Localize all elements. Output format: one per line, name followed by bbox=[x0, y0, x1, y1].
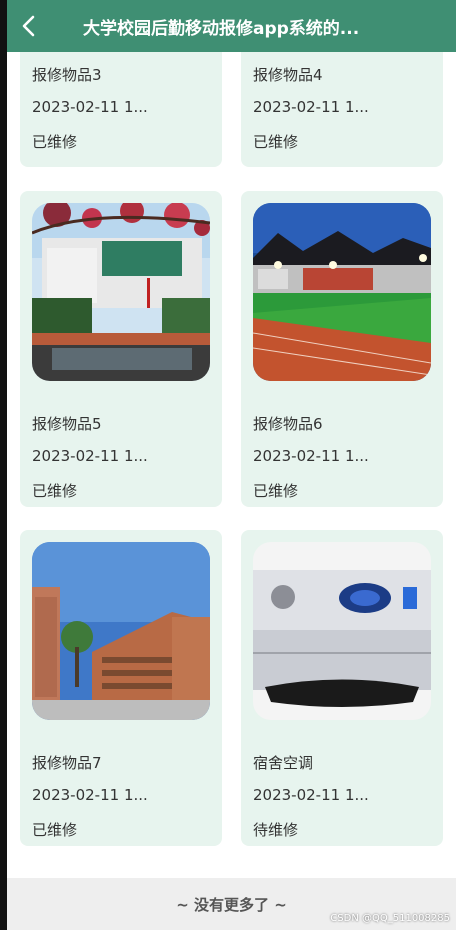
watermark: CSDN @QQ_511008285 bbox=[330, 913, 450, 924]
list-item[interactable]: 宿舍空调 2023-02-11 1... 待维修 bbox=[241, 530, 443, 846]
list-item[interactable]: 报修物品6 2023-02-11 1... 已维修 bbox=[241, 191, 443, 507]
item-status: 已维修 bbox=[32, 133, 78, 151]
top-bar: 大学校园后勤移动报修app系统的... bbox=[7, 0, 456, 52]
item-photo-brick-building bbox=[32, 542, 210, 720]
item-date: 2023-02-11 1... bbox=[253, 98, 369, 116]
item-status: 已维修 bbox=[32, 482, 78, 500]
back-button[interactable] bbox=[7, 0, 51, 52]
page-title: 大学校园后勤移动报修app系统的... bbox=[83, 18, 360, 39]
item-date: 2023-02-11 1... bbox=[32, 98, 148, 116]
item-name: 宿舍空调 bbox=[253, 754, 314, 772]
item-name: 报修物品7 bbox=[32, 754, 102, 772]
item-photo-sports-field bbox=[253, 203, 431, 381]
item-date: 2023-02-11 1... bbox=[32, 447, 148, 465]
item-photo-air-conditioner bbox=[253, 542, 431, 720]
chevron-left-icon bbox=[22, 15, 35, 37]
item-photo-campus-building bbox=[32, 203, 210, 381]
item-date: 2023-02-11 1... bbox=[253, 786, 369, 804]
list-item[interactable]: 报修物品4 2023-02-11 1... 已维修 bbox=[241, 52, 443, 167]
item-status: 待维修 bbox=[253, 821, 299, 839]
item-status: 已维修 bbox=[253, 482, 299, 500]
item-name: 报修物品5 bbox=[32, 415, 102, 433]
item-status: 已维修 bbox=[253, 133, 299, 151]
item-status: 已维修 bbox=[32, 821, 78, 839]
item-date: 2023-02-11 1... bbox=[32, 786, 148, 804]
left-edge-bar bbox=[0, 0, 7, 930]
list-item[interactable]: 报修物品5 2023-02-11 1... 已维修 bbox=[20, 191, 222, 507]
list-item[interactable]: 报修物品3 2023-02-11 1... 已维修 bbox=[20, 52, 222, 167]
item-name: 报修物品4 bbox=[253, 66, 323, 84]
item-name: 报修物品3 bbox=[32, 66, 102, 84]
item-list[interactable]: 报修物品3 2023-02-11 1... 已维修 报修物品4 2023-02-… bbox=[7, 52, 456, 878]
item-name: 报修物品6 bbox=[253, 415, 323, 433]
item-date: 2023-02-11 1... bbox=[253, 447, 369, 465]
list-item[interactable]: 报修物品7 2023-02-11 1... 已维修 bbox=[20, 530, 222, 846]
